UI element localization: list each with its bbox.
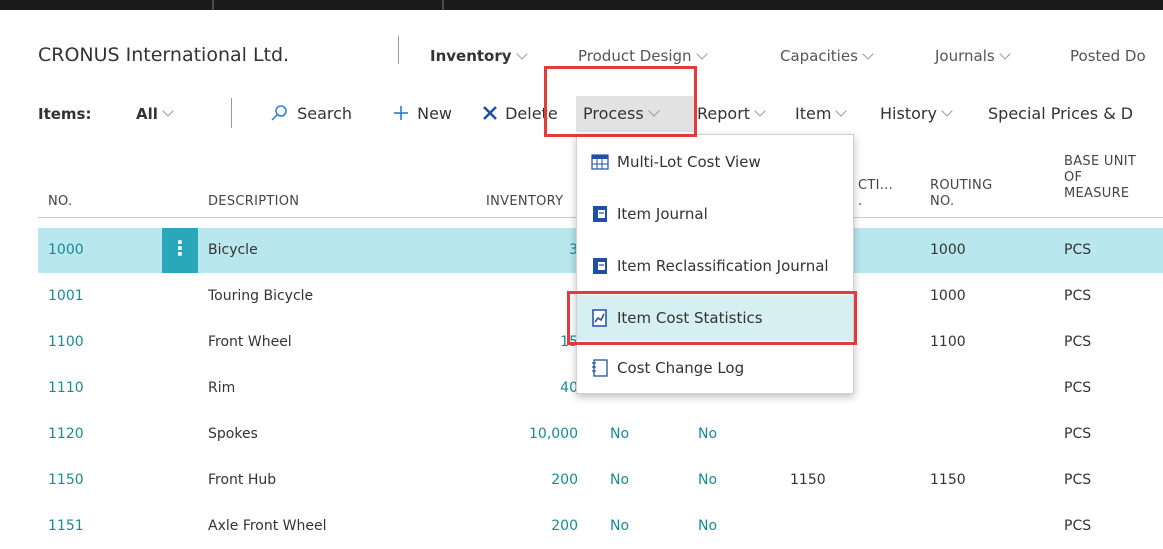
column-header-production-bom-line2: . (858, 194, 863, 209)
menu-item-cost-change-log[interactable]: Cost Change Log (577, 345, 853, 391)
process-dropdown-menu: Multi-Lot Cost View Item Journal Item Re… (576, 134, 854, 394)
top-bar-divider (212, 0, 214, 10)
item-base-uom: PCS (1064, 380, 1092, 396)
item-description: Axle Front Wheel (208, 518, 327, 534)
chevron-down-icon (754, 105, 766, 117)
column-header-routing[interactable]: ROUTING NO. (930, 178, 992, 210)
table-row[interactable]: 1150 Front Hub 200 No No 1150 1150 PCS (38, 458, 1163, 503)
item-stockkeeping-exist: No (698, 426, 718, 442)
item-inventory[interactable]: 3 (498, 228, 578, 273)
item-inventory[interactable]: 15 (498, 320, 578, 365)
item-inventory[interactable]: 200 (498, 504, 578, 549)
chevron-down-icon (999, 48, 1011, 60)
item-no-link[interactable]: 1120 (48, 412, 84, 457)
column-header-description[interactable]: DESCRIPTION (208, 194, 299, 210)
cost-statistics-highlight-box (567, 291, 857, 345)
column-header-inventory[interactable]: INVENTORY (486, 194, 563, 210)
item-base-uom: PCS (1064, 472, 1092, 488)
item-description: Front Hub (208, 472, 277, 488)
item-inventory[interactable]: 200 (498, 458, 578, 503)
column-header-uom-line2: OF (1064, 170, 1083, 185)
item-routing-no: 1150 (930, 472, 966, 488)
column-header-routing-line1: ROUTING (930, 178, 993, 193)
top-bar-divider (442, 0, 444, 10)
column-header-production-bom[interactable]: CTI... . (858, 178, 893, 210)
view-filter[interactable]: All (136, 94, 174, 134)
row-actions-kebab-icon[interactable]: ⋮ (162, 228, 198, 273)
item-base-uom: PCS (1064, 518, 1092, 534)
grid-table-icon (591, 154, 609, 170)
item-base-uom: PCS (1064, 242, 1092, 258)
item-substitutes-exist: No (610, 518, 630, 534)
menu-item-item-reclassification-journal[interactable]: Item Reclassification Journal (577, 243, 853, 289)
item-substitutes-exist: No (610, 472, 630, 488)
item-routing-no: 1100 (930, 334, 966, 350)
process-highlight-box (544, 66, 697, 137)
company-name[interactable]: CRONUS International Ltd. (38, 44, 289, 66)
chevron-down-icon (835, 105, 848, 117)
item-routing-no: 1000 (930, 242, 966, 258)
column-header-base-unit-of-measure[interactable]: BASE UNIT OF MEASURE (1064, 154, 1136, 202)
search-button[interactable]: Search (270, 94, 352, 134)
item-no-link[interactable]: 1000 (48, 228, 84, 273)
item-description: Spokes (208, 426, 258, 442)
nav-posted-documents[interactable]: Posted Do (1070, 47, 1146, 65)
item-no-link[interactable]: 1150 (48, 458, 84, 503)
item-no-link[interactable]: 1001 (48, 274, 84, 319)
menu-item-item-journal[interactable]: Item Journal (577, 191, 853, 237)
item-base-uom: PCS (1064, 288, 1092, 304)
action-divider (231, 98, 232, 128)
item-stockkeeping-exist: No (698, 472, 718, 488)
history-menu-button[interactable]: History (880, 94, 953, 134)
column-header-uom-line3: MEASURE (1064, 186, 1130, 201)
item-routing-no: 1000 (930, 288, 966, 304)
list-title: Items: (38, 105, 92, 123)
top-bar (0, 0, 1163, 10)
item-description: Rim (208, 380, 236, 396)
log-document-icon (592, 359, 608, 377)
menu-item-multi-lot-cost-view[interactable]: Multi-Lot Cost View (577, 139, 853, 185)
nav-divider (398, 36, 399, 64)
item-no-link[interactable]: 1110 (48, 366, 84, 411)
column-header-production-bom-line1: CTI... (858, 178, 894, 193)
item-description: Touring Bicycle (208, 288, 314, 304)
new-button[interactable]: New (393, 94, 452, 134)
item-description: Front Wheel (208, 334, 292, 350)
item-substitutes-exist: No (610, 426, 630, 442)
nav-capacities[interactable]: Capacities (780, 47, 874, 65)
search-icon (271, 105, 287, 121)
report-menu-button[interactable]: Report (697, 94, 766, 134)
item-no-link[interactable]: 1100 (48, 320, 84, 365)
chevron-down-icon (695, 48, 708, 60)
item-no-link[interactable]: 1151 (48, 504, 84, 549)
journal-icon (593, 206, 607, 222)
column-header-routing-line2: NO. (930, 194, 955, 209)
journal-icon (593, 258, 607, 274)
chevron-down-icon (515, 48, 528, 60)
nav-inventory[interactable]: Inventory (430, 47, 528, 65)
column-header-no[interactable]: NO. (48, 194, 72, 210)
item-production-bom-no: 1150 (790, 472, 826, 488)
delete-x-icon (483, 106, 497, 120)
item-menu-button[interactable]: Item (795, 94, 848, 134)
item-base-uom: PCS (1064, 334, 1092, 350)
plus-icon (394, 106, 408, 120)
chevron-down-icon (862, 48, 874, 60)
item-description: Bicycle (208, 242, 258, 258)
column-header-uom-line1: BASE UNIT (1064, 154, 1137, 169)
special-prices-menu-button[interactable]: Special Prices & D (988, 94, 1133, 134)
nav-product-design[interactable]: Product Design (578, 47, 708, 65)
item-inventory[interactable]: 10,000 (498, 412, 578, 457)
item-inventory[interactable]: 40 (498, 366, 578, 411)
chevron-down-icon (162, 105, 174, 117)
nav-journals[interactable]: Journals (935, 47, 1011, 65)
item-stockkeeping-exist: No (698, 518, 718, 534)
table-row[interactable]: 1120 Spokes 10,000 No No PCS (38, 412, 1163, 457)
table-row[interactable]: 1151 Axle Front Wheel 200 No No PCS (38, 504, 1163, 549)
item-base-uom: PCS (1064, 426, 1092, 442)
chevron-down-icon (941, 105, 953, 117)
